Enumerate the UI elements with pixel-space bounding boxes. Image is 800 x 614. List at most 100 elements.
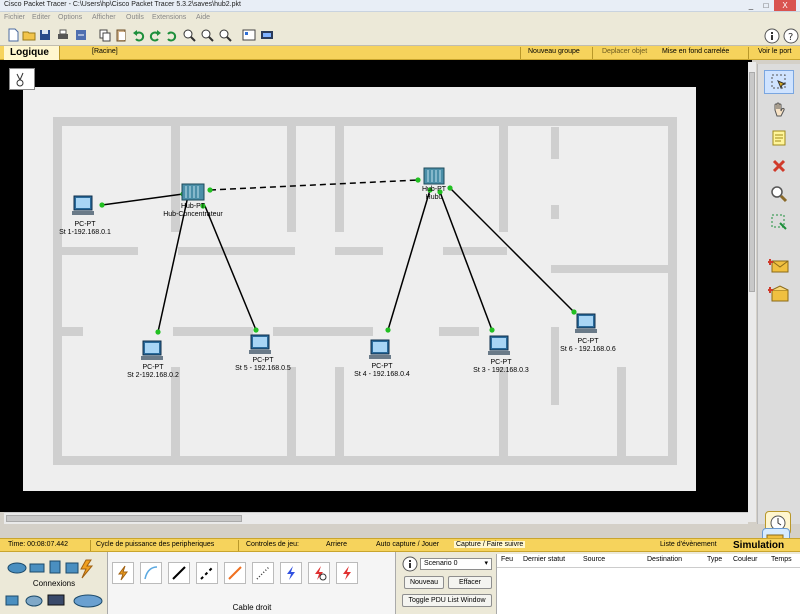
new-file-icon[interactable] — [6, 28, 20, 42]
new-scenario-button[interactable]: Nouveau — [404, 576, 444, 589]
select-tool[interactable] — [764, 70, 794, 94]
menu-extensions[interactable]: Extensions — [152, 14, 186, 21]
resize-shape-tool[interactable] — [764, 210, 794, 234]
add-complex-pdu-tool[interactable] — [764, 282, 794, 306]
capture-forward-button[interactable]: Capture / Faire suivre — [454, 541, 526, 548]
root-path[interactable]: [Racine] — [92, 48, 118, 55]
menu-aide[interactable]: Aide — [196, 14, 210, 21]
hub-category-icon[interactable] — [49, 560, 61, 574]
router-category-icon[interactable] — [7, 562, 27, 574]
pc3-name-label: St 3 - 192.168.0.3 — [473, 367, 529, 374]
tiled-background-button[interactable]: Mise en fond carrelée — [662, 48, 729, 55]
menu-options[interactable]: Options — [58, 14, 82, 21]
zoom-in-icon[interactable] — [182, 28, 196, 42]
link-hub1-hub2[interactable] — [209, 179, 419, 191]
delete-scenario-button[interactable]: Effacer — [448, 576, 492, 589]
save-icon[interactable] — [38, 28, 52, 42]
link-pc1-hub1[interactable] — [101, 193, 184, 206]
auto-capture-button[interactable]: Auto capture / Jouer — [376, 541, 439, 548]
note-tool[interactable] — [764, 126, 794, 150]
menu-fichier[interactable]: Fichier — [4, 14, 25, 21]
link-status-dot — [571, 309, 577, 315]
redo-icon[interactable] — [148, 28, 162, 42]
pc5-icon[interactable] — [249, 334, 271, 354]
serial-dte-cable-icon[interactable] — [336, 562, 358, 584]
pc6-icon[interactable] — [575, 313, 597, 333]
help-icon[interactable]: ? — [783, 28, 799, 44]
connections-category-icon[interactable] — [80, 559, 94, 579]
simulation-mode-label[interactable]: Simulation — [733, 539, 784, 553]
pc4-icon[interactable] — [369, 339, 391, 359]
straight-through-cable-icon[interactable] — [168, 562, 190, 584]
undo2-icon[interactable] — [164, 28, 178, 42]
paste-icon[interactable] — [114, 28, 128, 42]
open-folder-icon[interactable] — [22, 28, 36, 42]
phone-cable-icon[interactable] — [252, 562, 274, 584]
menu-afficher[interactable]: Afficher — [92, 14, 116, 21]
event-list-button[interactable]: Liste d'évènement — [660, 541, 717, 548]
move-object-button[interactable]: Deplacer objet — [602, 48, 647, 55]
power-cycle-button[interactable]: Cycle de puissance des peripheriques — [96, 541, 214, 548]
console-cable-icon[interactable] — [140, 562, 162, 584]
coaxial-cable-icon[interactable] — [280, 562, 302, 584]
pdu-col-type[interactable]: Type — [707, 556, 722, 563]
delete-tool[interactable] — [764, 154, 794, 178]
inspect-tool[interactable] — [764, 182, 794, 206]
serial-dce-cable-icon[interactable] — [308, 562, 330, 584]
pdu-col-color[interactable]: Couleur — [733, 556, 758, 563]
toggle-pdu-list-button[interactable]: Toggle PDU List Window — [402, 594, 492, 607]
vertical-scrollbar[interactable] — [748, 62, 756, 522]
link-hub2-pc4[interactable] — [387, 189, 431, 331]
switch-category-icon[interactable] — [29, 563, 45, 573]
horizontal-scrollbar[interactable] — [4, 512, 748, 524]
hub2-icon[interactable] — [423, 167, 445, 185]
palette-icon[interactable] — [242, 28, 256, 42]
activity-wizard-icon[interactable] — [74, 28, 88, 42]
hub1-type-label: Hub-PT — [180, 203, 206, 210]
fiber-cable-icon[interactable] — [224, 562, 246, 584]
new-group-button[interactable]: Nouveau groupe — [528, 48, 580, 55]
tab-logique[interactable]: Logique — [4, 46, 60, 60]
link-hub2-pc3[interactable] — [439, 191, 493, 331]
link-hub1-pc5[interactable] — [204, 205, 257, 331]
minimize-button[interactable]: _ — [744, 0, 758, 11]
device-dialog-icon[interactable] — [260, 28, 274, 42]
link-hub2-pc6[interactable] — [449, 187, 575, 313]
viewport-button[interactable]: Voir le port — [758, 48, 791, 55]
pc3-icon[interactable] — [488, 335, 510, 355]
pdu-col-time[interactable]: Temps — [771, 556, 792, 563]
multiuser-category-icon[interactable] — [73, 594, 103, 608]
undo-icon[interactable] — [132, 28, 146, 42]
scenario-select[interactable]: Scenario 0 ▾ — [420, 558, 492, 570]
pdu-col-fire[interactable]: Feu — [501, 556, 513, 563]
move-layout-tool[interactable] — [764, 98, 794, 122]
add-simple-pdu-tool[interactable] — [764, 254, 794, 278]
link-status-dot — [447, 185, 453, 191]
crossover-cable-icon[interactable] — [196, 562, 218, 584]
custom-devices-category-icon[interactable] — [47, 594, 65, 606]
pc1-icon[interactable] — [72, 195, 94, 215]
wan-emulation-category-icon[interactable] — [25, 595, 43, 607]
print-icon[interactable] — [56, 28, 70, 42]
info-icon[interactable] — [402, 556, 418, 572]
copy-icon[interactable] — [98, 28, 112, 42]
scroll-thumb[interactable] — [749, 72, 755, 292]
pdu-col-last-status[interactable]: Dernier statut — [523, 556, 565, 563]
wireless-category-icon[interactable] — [65, 562, 79, 574]
pdu-col-destination[interactable]: Destination — [647, 556, 682, 563]
pc2-icon[interactable] — [141, 340, 163, 360]
zoom-out-icon[interactable] — [218, 28, 232, 42]
pdu-col-source[interactable]: Source — [583, 556, 605, 563]
link-status-dot — [415, 177, 421, 183]
hub1-icon[interactable] — [181, 183, 205, 201]
info-icon[interactable] — [764, 28, 780, 44]
auto-connection-icon[interactable] — [112, 562, 134, 584]
menu-editer[interactable]: Editer — [32, 14, 50, 21]
maximize-button[interactable]: □ — [759, 0, 773, 11]
back-button[interactable]: Arriere — [326, 541, 347, 548]
menu-outils[interactable]: Outils — [126, 14, 144, 21]
close-button[interactable]: X — [774, 0, 796, 11]
end-devices-category-icon[interactable] — [5, 595, 19, 606]
zoom-reset-icon[interactable] — [200, 28, 214, 42]
scroll-thumb[interactable] — [6, 515, 242, 522]
